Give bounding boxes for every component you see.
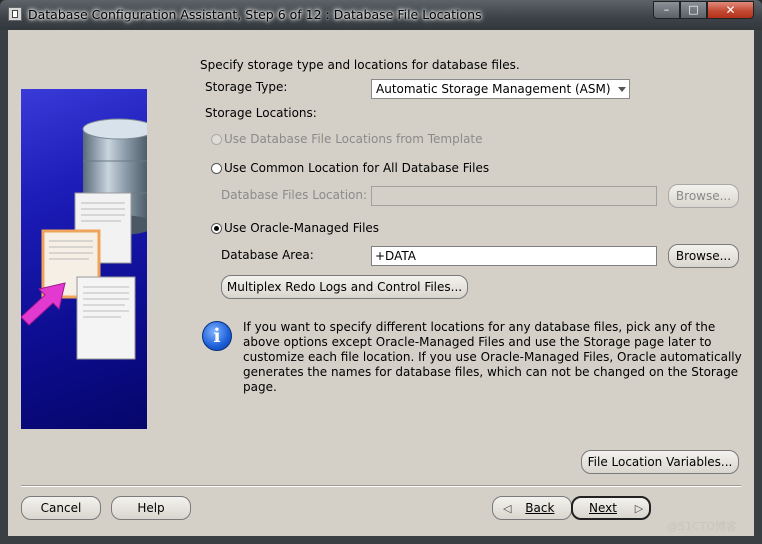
cancel-button[interactable]: Cancel bbox=[21, 496, 101, 520]
template-locations-label: Use Database File Locations from Templat… bbox=[224, 132, 483, 146]
file-location-variables-button[interactable]: File Location Variables... bbox=[581, 450, 739, 474]
storage-locations-label: Storage Locations: bbox=[205, 106, 317, 120]
storage-type-value: Automatic Storage Management (ASM) bbox=[376, 82, 611, 96]
common-location-radio[interactable] bbox=[211, 163, 222, 174]
browse-common-button[interactable]: Browse... bbox=[668, 184, 739, 208]
chevron-down-icon bbox=[618, 87, 626, 92]
title-bar[interactable]: Database Configuration Assistant, Step 6… bbox=[0, 0, 762, 30]
database-files-location-input[interactable] bbox=[371, 186, 657, 206]
info-message: If you want to specify different locatio… bbox=[243, 320, 742, 394]
common-location-label: Use Common Location for All Database Fil… bbox=[224, 161, 490, 175]
info-icon: i bbox=[202, 321, 232, 351]
help-button[interactable]: Help bbox=[111, 496, 191, 520]
next-button[interactable]: Next ▷ bbox=[571, 496, 651, 520]
template-locations-radio[interactable] bbox=[211, 134, 222, 145]
chevron-left-icon: ◁ bbox=[503, 502, 512, 515]
window-title: Database Configuration Assistant, Step 6… bbox=[28, 7, 482, 22]
back-button[interactable]: ◁ Back bbox=[492, 496, 572, 520]
storage-type-select[interactable]: Automatic Storage Management (ASM) bbox=[371, 79, 630, 99]
maximize-button[interactable]: □ bbox=[680, 1, 707, 19]
wizard-illustration bbox=[21, 89, 147, 429]
database-files-location-label: Database Files Location: bbox=[221, 188, 368, 202]
next-button-label: Next bbox=[589, 501, 617, 515]
dialog-body: Specify storage type and locations for d… bbox=[8, 30, 754, 536]
minimize-button[interactable]: – bbox=[653, 1, 680, 19]
watermark: @51CTO博客 bbox=[667, 520, 738, 533]
oracle-managed-radio[interactable] bbox=[211, 223, 222, 234]
close-button[interactable]: ✕ bbox=[707, 1, 754, 19]
browse-area-button[interactable]: Browse... bbox=[668, 244, 739, 268]
dialog-window: Database Configuration Assistant, Step 6… bbox=[0, 0, 762, 544]
storage-type-label: Storage Type: bbox=[205, 80, 288, 94]
database-area-input[interactable]: +DATA bbox=[371, 246, 657, 266]
oracle-managed-label: Use Oracle-Managed Files bbox=[224, 221, 380, 235]
app-icon bbox=[8, 7, 22, 21]
database-files-icon bbox=[21, 118, 147, 360]
back-button-label: Back bbox=[525, 501, 555, 515]
footer-separator bbox=[21, 485, 741, 487]
chevron-right-icon: ▷ bbox=[634, 502, 644, 515]
multiplex-button[interactable]: Multiplex Redo Logs and Control Files... bbox=[221, 275, 468, 299]
database-area-label: Database Area: bbox=[221, 248, 314, 262]
intro-text: Specify storage type and locations for d… bbox=[200, 58, 520, 72]
